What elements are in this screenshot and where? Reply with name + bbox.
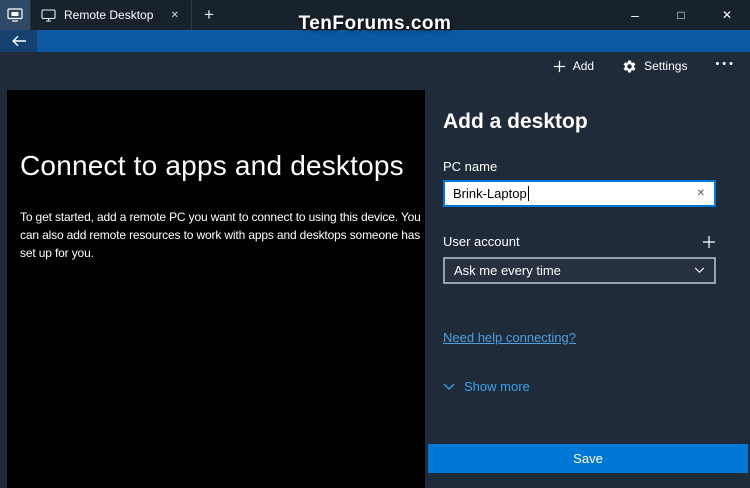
add-desktop-panel: Add a desktop PC name Brink-Laptop ✕ Use… bbox=[427, 52, 750, 488]
add-button-label: Add bbox=[572, 59, 595, 73]
welcome-title: Connect to apps and desktops bbox=[20, 150, 404, 181]
show-more-label: Show more bbox=[464, 379, 530, 394]
text-caret bbox=[527, 186, 529, 201]
user-account-label: User account bbox=[443, 234, 520, 249]
settings-button-label: Settings bbox=[644, 59, 688, 73]
welcome-panel: Connect to apps and desktops To get star… bbox=[7, 90, 425, 488]
user-account-selected-value: Ask me every time bbox=[454, 263, 561, 278]
clear-input-icon[interactable]: ✕ bbox=[695, 186, 707, 201]
minimize-button[interactable]: – bbox=[612, 0, 658, 30]
need-help-link[interactable]: Need help connecting? bbox=[443, 330, 576, 345]
caption-buttons: – □ ✕ bbox=[612, 0, 750, 30]
new-tab-button[interactable]: + bbox=[192, 0, 226, 30]
add-button[interactable]: Add bbox=[553, 59, 594, 73]
save-button[interactable]: Save bbox=[428, 444, 748, 473]
more-icon: ••• bbox=[715, 58, 736, 70]
remote-desktop-app-icon bbox=[7, 8, 23, 22]
remote-desktop-window: Remote Desktop ✕ + – □ ✕ TenForums.com A… bbox=[0, 0, 750, 488]
user-account-select[interactable]: Ask me every time bbox=[443, 257, 716, 284]
show-more-button[interactable]: Show more bbox=[443, 379, 750, 394]
gear-icon bbox=[623, 60, 636, 72]
pc-name-input[interactable]: Brink-Laptop ✕ bbox=[443, 180, 716, 207]
pc-name-label: PC name bbox=[443, 159, 498, 174]
plus-icon bbox=[553, 60, 565, 72]
settings-button[interactable]: Settings bbox=[622, 59, 687, 74]
user-account-row: User account bbox=[443, 234, 716, 249]
back-button[interactable] bbox=[0, 30, 37, 52]
add-user-account-button[interactable] bbox=[702, 235, 716, 249]
chevron-down-icon bbox=[443, 383, 455, 390]
monitor-icon bbox=[41, 8, 56, 22]
maximize-button[interactable]: □ bbox=[658, 0, 704, 30]
welcome-description: To get started, add a remote PC you want… bbox=[20, 210, 421, 260]
more-button[interactable]: ••• bbox=[715, 58, 736, 74]
plus-icon bbox=[703, 235, 715, 248]
tab-close-icon[interactable]: ✕ bbox=[167, 8, 183, 23]
close-button[interactable]: ✕ bbox=[704, 0, 750, 30]
pc-name-value: Brink-Laptop bbox=[453, 186, 527, 201]
titlebar: Remote Desktop ✕ + – □ ✕ bbox=[0, 0, 750, 30]
nav-strip bbox=[0, 30, 750, 52]
back-arrow-icon bbox=[11, 35, 26, 47]
toolbar: Add Settings ••• bbox=[553, 58, 736, 74]
app-icon bbox=[0, 0, 30, 30]
chevron-down-icon bbox=[694, 267, 705, 274]
tab-remote-desktop[interactable]: Remote Desktop ✕ bbox=[30, 0, 192, 30]
tab-title: Remote Desktop bbox=[64, 8, 154, 22]
form-title: Add a desktop bbox=[443, 110, 588, 133]
